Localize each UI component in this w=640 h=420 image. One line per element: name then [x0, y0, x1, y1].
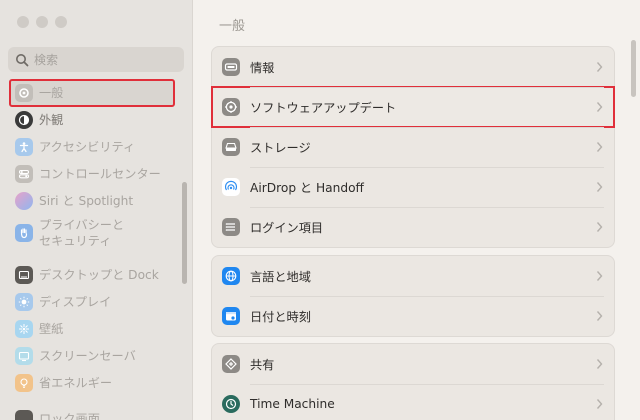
minimize-button[interactable] — [36, 16, 48, 28]
row-time-machine[interactable]: Time Machine — [212, 384, 614, 420]
chevron-right-icon — [596, 62, 603, 72]
row-label: 情報 — [250, 61, 275, 75]
sidebar-item-label: 省エネルギー — [39, 375, 113, 390]
time-machine-icon — [222, 395, 240, 413]
display-icon — [15, 293, 33, 311]
zoom-button[interactable] — [55, 16, 67, 28]
sidebar-item-siri[interactable]: Siri と Spotlight — [10, 188, 174, 214]
airdrop-icon — [222, 178, 240, 196]
sidebar-item-displays[interactable]: ディスプレイ — [10, 289, 174, 315]
dock-icon — [15, 266, 33, 284]
control-center-icon — [15, 165, 33, 183]
search-input[interactable]: 検索 — [8, 47, 184, 72]
row-language-region[interactable]: 言語と地域 — [212, 256, 614, 296]
row-date-time[interactable]: 日付と時刻 — [212, 296, 614, 336]
sidebar-item-label: プライバシーと セキュリティ — [39, 217, 125, 248]
gear-icon — [15, 84, 33, 102]
sidebar: 検索 一般 外観 アクセシビリティ コントロールセンター Siri と Spot… — [0, 0, 193, 420]
sidebar-item-control-center[interactable]: コントロールセンター — [10, 161, 174, 187]
sidebar-item-accessibility[interactable]: アクセシビリティ — [10, 134, 174, 160]
sidebar-item-label: 外観 — [39, 112, 64, 127]
battery-icon — [15, 374, 33, 392]
row-label: 共有 — [250, 358, 275, 372]
row-about[interactable]: 情報 — [212, 47, 614, 87]
software-update-icon — [222, 98, 240, 116]
lock-icon — [15, 410, 33, 420]
sidebar-item-privacy[interactable]: プライバシーと セキュリティ — [10, 216, 174, 250]
sidebar-item-desktop-dock[interactable]: デスクトップと Dock — [10, 262, 174, 288]
sidebar-item-general[interactable]: 一般 — [9, 79, 175, 107]
storage-icon — [222, 138, 240, 156]
main-content: 一般 情報 ソフトウェアアップデート ストレージ AirDrop と Hando… — [193, 0, 640, 420]
login-items-icon — [222, 218, 240, 236]
row-label: 日付と時刻 — [250, 310, 311, 324]
chevron-right-icon — [596, 359, 603, 369]
info-icon — [222, 58, 240, 76]
globe-icon — [222, 267, 240, 285]
row-label: ログイン項目 — [250, 221, 324, 235]
accessibility-icon — [15, 138, 33, 156]
close-button[interactable] — [17, 16, 29, 28]
search-placeholder: 検索 — [34, 53, 59, 67]
settings-group-locale: 言語と地域 日付と時刻 — [211, 255, 615, 337]
row-software-update[interactable]: ソフトウェアアップデート — [211, 86, 615, 128]
chevron-right-icon — [596, 399, 603, 409]
sidebar-item-screensaver[interactable]: スクリーンセーバ — [10, 343, 174, 369]
chevron-right-icon — [596, 182, 603, 192]
sidebar-item-label: デスクトップと Dock — [39, 267, 159, 282]
settings-group-sharing: 共有 Time Machine — [211, 343, 615, 420]
row-airdrop-handoff[interactable]: AirDrop と Handoff — [212, 167, 614, 207]
chevron-right-icon — [596, 142, 603, 152]
sidebar-scrollbar[interactable] — [182, 182, 187, 284]
sidebar-item-label: コントロールセンター — [39, 166, 161, 181]
wallpaper-icon — [15, 320, 33, 338]
settings-group-system: 情報 ソフトウェアアップデート ストレージ AirDrop と Handoff — [211, 46, 615, 248]
sidebar-item-label: 一般 — [39, 85, 64, 100]
row-storage[interactable]: ストレージ — [212, 127, 614, 167]
sidebar-item-energy-saver[interactable]: 省エネルギー — [10, 370, 174, 396]
chevron-right-icon — [596, 271, 603, 281]
search-icon — [16, 53, 29, 66]
row-label: ソフトウェアアップデート — [250, 101, 397, 115]
sidebar-item-wallpaper[interactable]: 壁紙 — [10, 316, 174, 342]
calendar-icon — [222, 307, 240, 325]
screensaver-icon — [15, 347, 33, 365]
row-label: AirDrop と Handoff — [250, 181, 364, 195]
siri-icon — [15, 192, 33, 210]
chevron-right-icon — [596, 102, 603, 112]
hand-icon — [15, 224, 33, 242]
sidebar-item-label: Siri と Spotlight — [39, 193, 134, 208]
row-label: Time Machine — [250, 397, 335, 411]
main-scrollbar[interactable] — [631, 40, 636, 97]
sidebar-item-label: アクセシビリティ — [39, 139, 136, 154]
row-label: ストレージ — [250, 141, 311, 155]
row-sharing[interactable]: 共有 — [212, 344, 614, 384]
row-label: 言語と地域 — [250, 270, 311, 284]
appearance-icon — [15, 111, 33, 129]
sharing-icon — [222, 355, 240, 373]
sidebar-item-label: ロック画面 — [39, 411, 100, 420]
window-controls — [17, 16, 67, 28]
row-login-items[interactable]: ログイン項目 — [212, 207, 614, 247]
sidebar-item-label: ディスプレイ — [39, 294, 112, 309]
sidebar-item-label: 壁紙 — [39, 321, 64, 336]
sidebar-item-appearance[interactable]: 外観 — [10, 107, 174, 133]
chevron-right-icon — [596, 311, 603, 321]
page-title: 一般 — [219, 19, 246, 34]
sidebar-item-label: スクリーンセーバ — [39, 348, 136, 363]
chevron-right-icon — [596, 222, 603, 232]
sidebar-item-lock-screen[interactable]: ロック画面 — [10, 406, 174, 420]
